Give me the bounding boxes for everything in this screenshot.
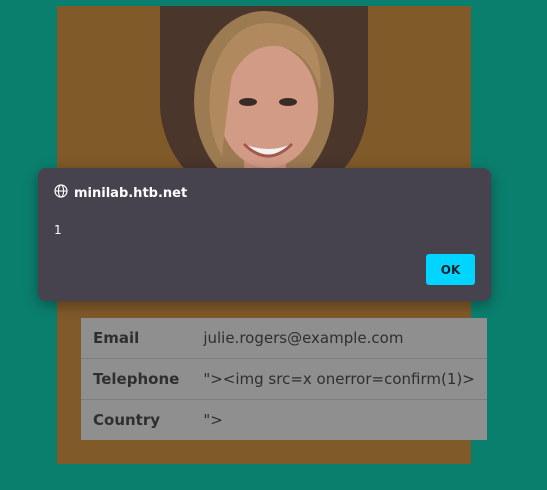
table-row: Telephone "><img src=x onerror=confirm(1… xyxy=(81,358,487,400)
field-label-telephone: Telephone xyxy=(81,358,192,400)
field-value-telephone: "><img src=x onerror=confirm(1)> xyxy=(191,358,487,400)
dialog-message: 1 xyxy=(54,223,62,237)
dialog-title: minilab.htb.net xyxy=(54,184,187,202)
field-value-country: "> xyxy=(203,411,223,429)
profile-details-table: Email julie.rogers@example.com Telephone… xyxy=(81,318,487,440)
table-row: Country "> xyxy=(81,400,487,441)
confirm-dialog: minilab.htb.net 1 OK xyxy=(38,168,491,301)
table-row: Email julie.rogers@example.com xyxy=(81,318,487,359)
ok-button[interactable]: OK xyxy=(426,254,475,285)
dialog-origin: minilab.htb.net xyxy=(74,185,188,201)
field-value-email: julie.rogers@example.com xyxy=(191,318,487,359)
field-label-country: Country xyxy=(93,411,161,429)
globe-icon xyxy=(54,184,68,202)
page: Email julie.rogers@example.com Telephone… xyxy=(0,0,547,490)
field-label-email: Email xyxy=(81,318,192,359)
